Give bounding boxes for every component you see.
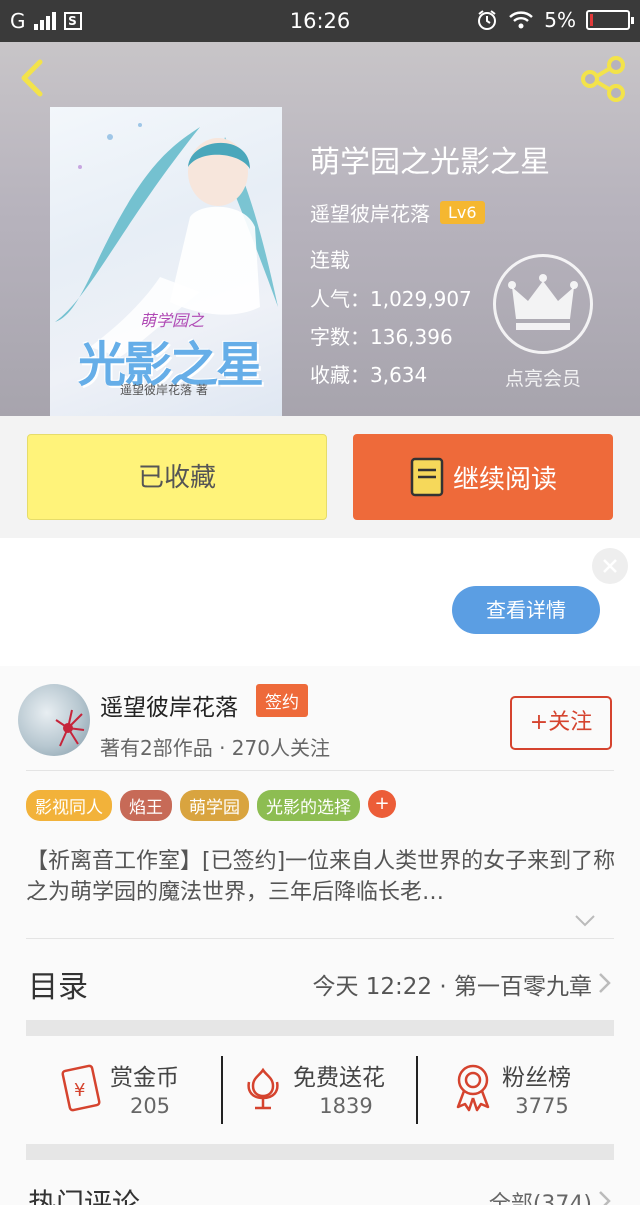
- battery-percent: 5%: [544, 8, 576, 32]
- toc-label: 目录: [28, 970, 88, 1005]
- cover-author: 遥望彼岸花落 著: [120, 383, 208, 397]
- tag-item[interactable]: 萌学园: [180, 790, 249, 821]
- action-bar: 已收藏 继续阅读: [0, 416, 640, 538]
- continue-reading-label: 继续阅读: [452, 464, 557, 495]
- reward-coins-stat[interactable]: ¥ 赏金币 205: [26, 1036, 222, 1144]
- stat-value: 1839: [319, 1094, 373, 1118]
- signed-badge: 签约: [256, 684, 308, 717]
- tag-item[interactable]: 影视同人: [26, 790, 112, 821]
- crown-icon: [508, 274, 578, 330]
- close-icon: [603, 559, 617, 573]
- view-details-button[interactable]: 查看详情: [452, 586, 600, 634]
- stat-name: 粉丝榜: [502, 1065, 571, 1091]
- level-badge: Lv6: [440, 201, 485, 224]
- back-arrow-icon: [21, 59, 43, 97]
- chevron-right-icon: [599, 973, 611, 993]
- book-cover[interactable]: 萌学园之 光影之星 遥望彼岸花落 著: [50, 107, 282, 417]
- hot-comments-header: 热门评论 全部(374): [0, 1166, 640, 1205]
- battery-fill: [590, 14, 593, 26]
- book-title: 萌学园之光影之星: [310, 145, 550, 180]
- ad-banner: 查看详情: [0, 538, 640, 666]
- wifi-icon: [509, 11, 534, 29]
- share-icon: [581, 56, 625, 102]
- section-band: [26, 1020, 614, 1036]
- book-icon: [410, 457, 444, 497]
- avatar-flower-icon: [55, 709, 85, 747]
- section-band: [26, 1144, 614, 1160]
- flower-icon: [247, 1067, 279, 1110]
- chevron-down-icon[interactable]: [574, 914, 596, 928]
- status-right: 5%: [476, 8, 634, 32]
- book-header: 萌学园之 光影之星 遥望彼岸花落 著 萌学园之光影之星 遥望彼岸花落 Lv6 连…: [0, 42, 640, 417]
- stats-row: ¥ 赏金币 205 免费送花 1839 粉丝榜 3775: [26, 1036, 614, 1144]
- follow-button[interactable]: +关注: [510, 696, 612, 750]
- book-popularity: 人气：1,029,907: [310, 287, 472, 311]
- latest-chapter: 今天 12:22 · 第一百零九章: [312, 974, 592, 1000]
- fan-ranking-stat[interactable]: 粉丝榜 3775: [418, 1036, 614, 1144]
- stat-value: 3775: [515, 1094, 569, 1118]
- chevron-right-icon[interactable]: [598, 1190, 612, 1205]
- book-author-row: 遥望彼岸花落 Lv6: [310, 198, 485, 227]
- tag-item[interactable]: 焰王: [120, 790, 172, 821]
- continue-reading-button[interactable]: 继续阅读: [353, 434, 613, 520]
- favorited-button[interactable]: 已收藏: [27, 434, 327, 520]
- stat-name: 赏金币: [110, 1065, 179, 1091]
- author-name[interactable]: 遥望彼岸花落: [100, 688, 238, 722]
- medal-icon: [456, 1064, 490, 1112]
- ad-close-button[interactable]: [592, 548, 628, 584]
- svg-text:¥: ¥: [74, 1080, 85, 1101]
- tag-list: 影视同人 焰王 萌学园 光影的选择 +: [26, 790, 396, 821]
- book-detail-section: 遥望彼岸花落 签约 著有2部作品 · 270人关注 +关注 影视同人 焰王 萌学…: [0, 666, 640, 1205]
- red-envelope-icon: ¥: [61, 1064, 101, 1112]
- author-avatar[interactable]: [18, 684, 90, 756]
- divider: [26, 770, 614, 771]
- book-author[interactable]: 遥望彼岸花落: [310, 198, 430, 227]
- author-info: 著有2部作品 · 270人关注: [100, 736, 330, 760]
- free-flowers-stat[interactable]: 免费送花 1839: [223, 1036, 417, 1144]
- vip-label: 点亮会员: [504, 368, 581, 390]
- book-status: 连载: [310, 248, 350, 272]
- vip-button[interactable]: [493, 254, 593, 354]
- table-of-contents-row[interactable]: 目录 今天 12:22 · 第一百零九章: [0, 940, 640, 1020]
- share-button[interactable]: [578, 54, 628, 104]
- stat-value: 205: [129, 1094, 171, 1118]
- back-button[interactable]: [14, 58, 50, 98]
- add-tag-button[interactable]: +: [368, 790, 396, 818]
- book-description[interactable]: 【祈离音工作室】[已签约]一位来自人类世界的女子来到了称之为萌学园的魔法世界，三…: [26, 846, 616, 908]
- book-word-count: 字数：136,396: [310, 325, 453, 349]
- hot-comments-label: 热门评论: [28, 1187, 141, 1205]
- status-bar: G S 16:26 5%: [0, 0, 640, 42]
- battery-icon: [586, 10, 634, 30]
- divider: [26, 938, 614, 939]
- book-favorites: 收藏：3,634: [310, 363, 428, 387]
- stat-name: 免费送花: [293, 1065, 385, 1091]
- tag-item[interactable]: 光影的选择: [257, 790, 360, 821]
- all-comments-link[interactable]: 全部(374): [489, 1186, 592, 1205]
- alarm-icon: [478, 10, 497, 30]
